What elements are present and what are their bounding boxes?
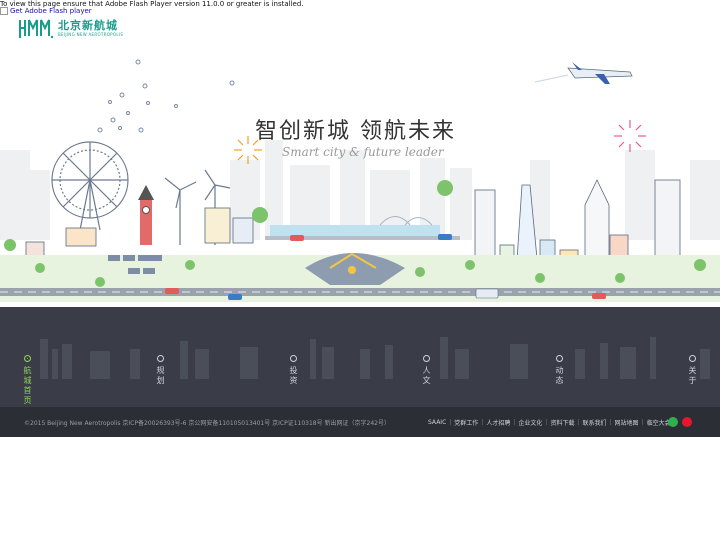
footer-link-saaic[interactable]: SAAIC bbox=[428, 419, 446, 426]
logo-en-text: BEIJING NEW AEROTROPOLIS bbox=[58, 31, 124, 37]
copyright-text: ©2015 Beijing New Aerotropolis 京ICP备2002… bbox=[24, 420, 390, 427]
footer-link-careers[interactable]: 人才招聘 bbox=[486, 418, 510, 427]
slogan-en: Smart city & future leader bbox=[282, 145, 444, 159]
get-flash-label: Get Adobe Flash player bbox=[10, 7, 92, 15]
link-separator: | bbox=[481, 419, 484, 426]
footer-link-downloads[interactable]: 资料下载 bbox=[550, 418, 574, 427]
nav-dot-icon bbox=[289, 355, 297, 362]
nav-item-label: 航城首页 bbox=[23, 366, 32, 406]
wechat-icon[interactable] bbox=[668, 417, 678, 427]
logo[interactable]: 北京新航城 BEIJING NEW AEROTROPOLIS bbox=[18, 16, 123, 40]
link-separator: | bbox=[513, 419, 516, 426]
link-separator: | bbox=[609, 419, 612, 426]
footer-link-conference[interactable]: 临空大会 bbox=[647, 418, 671, 427]
nav-band: 航城首页 规划 投资 人文 动态 关于 bbox=[0, 307, 720, 407]
nav-item-home[interactable]: 航城首页 bbox=[20, 355, 34, 406]
nav-dot-icon bbox=[555, 355, 563, 362]
nav-item-news[interactable]: 动态 bbox=[552, 355, 566, 386]
link-separator: | bbox=[449, 419, 452, 426]
nav-dot-icon bbox=[23, 355, 31, 362]
logo-cn-text: 北京新航城 bbox=[58, 18, 118, 32]
slogan-cn: 智创新城 领航未来 bbox=[255, 119, 456, 144]
clock-tower bbox=[138, 185, 154, 245]
nav-item-culture[interactable]: 人文 bbox=[419, 355, 433, 386]
ferris-wheel bbox=[51, 141, 129, 231]
nav-item-label: 规划 bbox=[156, 366, 165, 386]
footer-link-sitemap[interactable]: 网站地图 bbox=[615, 418, 639, 427]
footer-links: SAAIC | 党群工作 | 人才招聘 | 企业文化 | 资料下载 | 联系我们 | 网站地… bbox=[428, 418, 671, 427]
footer: ©2015 Beijing New Aerotropolis 京ICP备2002… bbox=[0, 407, 720, 437]
link-separator: | bbox=[577, 419, 580, 426]
get-flash-link[interactable]: Get Adobe Flash player bbox=[0, 7, 92, 15]
airplane-icon bbox=[534, 62, 633, 84]
nav-dot-icon bbox=[422, 355, 430, 362]
skyline-reflection bbox=[40, 337, 710, 379]
nav-item-label: 关于 bbox=[688, 366, 697, 386]
nav-item-label: 投资 bbox=[289, 366, 298, 386]
footer-link-party[interactable]: 党群工作 bbox=[454, 418, 478, 427]
nav-item-label: 动态 bbox=[555, 366, 564, 386]
broken-image-icon bbox=[0, 7, 8, 15]
nav-item-about[interactable]: 关于 bbox=[685, 355, 699, 386]
nav-dot-icon bbox=[688, 355, 696, 362]
link-separator: | bbox=[641, 419, 644, 426]
weibo-icon[interactable] bbox=[682, 417, 692, 427]
nav-item-investment[interactable]: 投资 bbox=[286, 355, 300, 386]
nav-dot-icon bbox=[156, 355, 164, 362]
footer-link-contact[interactable]: 联系我们 bbox=[582, 418, 606, 427]
footer-link-culture[interactable]: 企业文化 bbox=[518, 418, 542, 427]
nav-item-label: 人文 bbox=[422, 366, 431, 386]
nav-item-planning[interactable]: 规划 bbox=[153, 355, 167, 386]
link-separator: | bbox=[545, 419, 548, 426]
logo-mark-icon bbox=[18, 19, 54, 39]
city-illustration bbox=[0, 59, 720, 302]
